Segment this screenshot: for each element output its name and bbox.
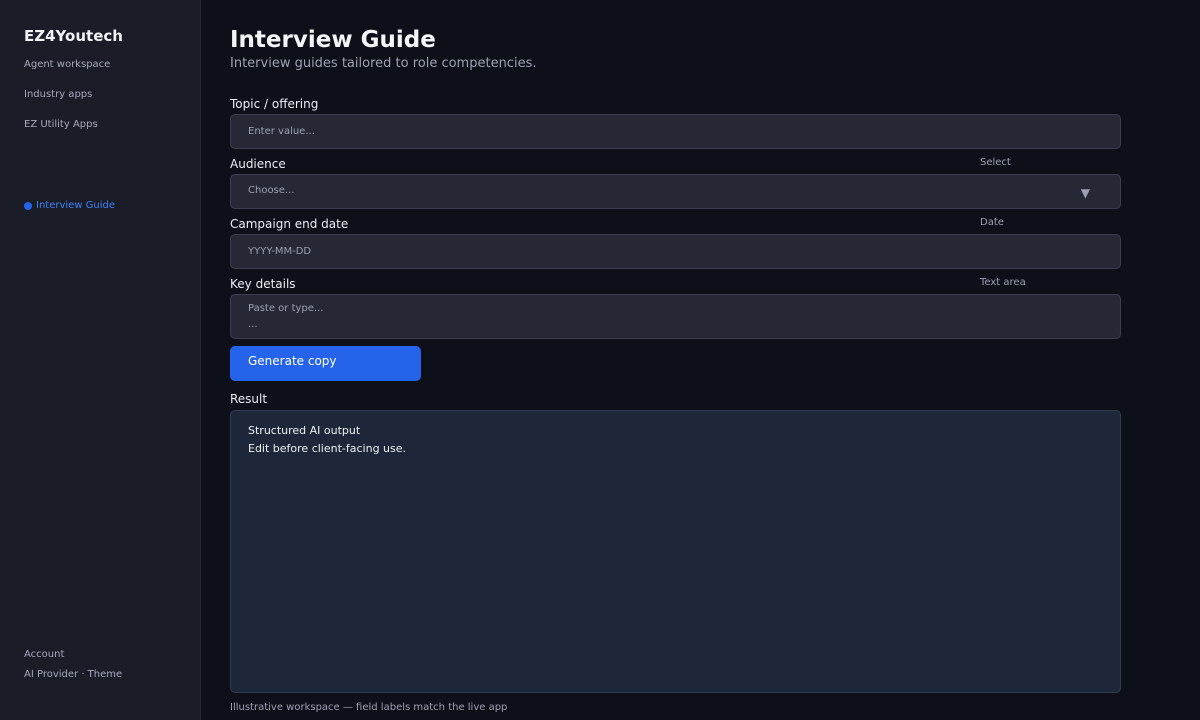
nav-ez-utility-apps[interactable]: EZ Utility Apps: [24, 119, 98, 130]
active-dot-icon: [24, 201, 32, 210]
end-date-type-hint: Date: [980, 217, 1004, 228]
sidebar: EZ4Youtech Agent workspace Industry apps…: [0, 0, 201, 720]
audience-select[interactable]: Choose... ▼: [230, 174, 1121, 209]
page-title: Interview Guide: [230, 27, 436, 53]
topic-input[interactable]: [248, 126, 1120, 137]
topic-field[interactable]: [230, 114, 1121, 149]
details-placeholder-ellipsis: ...: [248, 319, 258, 330]
account-link[interactable]: Account: [24, 649, 64, 660]
topic-label: Topic / offering: [230, 97, 319, 111]
details-label: Key details: [230, 277, 296, 291]
details-type-hint: Text area: [980, 277, 1026, 288]
nav-agent-workspace[interactable]: Agent workspace: [24, 59, 110, 70]
nav-industry-apps[interactable]: Industry apps: [24, 89, 92, 100]
footnote: Illustrative workspace — field labels ma…: [230, 702, 508, 713]
end-date-label: Campaign end date: [230, 217, 349, 231]
audience-select-value: Choose...: [248, 185, 295, 196]
brand-logo: EZ4Youtech: [24, 27, 123, 45]
page-subtitle: Interview guides tailored to role compet…: [230, 56, 537, 71]
result-label: Result: [230, 392, 268, 406]
details-placeholder: Paste or type...: [248, 303, 324, 314]
audience-type-hint: Select: [980, 157, 1011, 168]
chevron-down-icon: ▼: [1080, 186, 1090, 200]
details-textarea[interactable]: Paste or type... ...: [230, 294, 1121, 339]
result-line-2: Edit before client-facing use.: [248, 442, 407, 455]
nav-interview-guide[interactable]: Interview Guide: [24, 200, 115, 211]
nav-interview-guide-label: Interview Guide: [36, 200, 116, 211]
audience-label: Audience: [230, 157, 286, 171]
generate-copy-button[interactable]: Generate copy: [230, 346, 421, 381]
end-date-field[interactable]: [230, 234, 1121, 269]
end-date-input[interactable]: [248, 246, 1120, 257]
result-output[interactable]: Structured AI output Edit before client-…: [230, 410, 1121, 693]
result-line-1: Structured AI output: [248, 424, 361, 437]
provider-theme-link[interactable]: AI Provider · Theme: [24, 669, 122, 680]
